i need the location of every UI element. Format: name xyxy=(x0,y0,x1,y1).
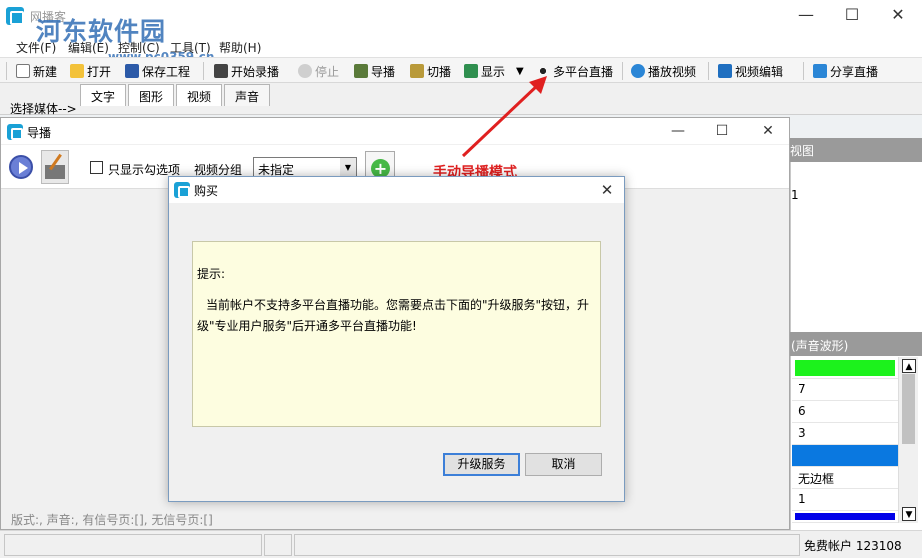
buy-dialog-title-bar: 购买 ✕ xyxy=(169,177,624,203)
menu-file[interactable]: 文件(F) xyxy=(16,39,56,56)
minimize-button[interactable]: — xyxy=(783,0,829,30)
status-bar: 免费帐户 123108 xyxy=(0,530,922,558)
menu-help[interactable]: 帮助(H) xyxy=(219,39,261,56)
menu-tools[interactable]: 工具(T) xyxy=(170,39,211,56)
save-icon xyxy=(125,64,139,78)
buy-dialog-title: 购买 xyxy=(194,184,219,198)
list-item[interactable]: 6 xyxy=(792,401,898,423)
annotation-arrow xyxy=(461,76,547,158)
list-item[interactable]: 1 xyxy=(792,489,898,511)
status-cell xyxy=(264,534,292,556)
message-text: 当前帐户不支持多平台直播功能。您需要点击下面的"升级服务"按钮，升级"专业用户服… xyxy=(197,298,590,333)
only-checked-checkbox[interactable] xyxy=(90,161,103,174)
tab-text[interactable]: 文字 xyxy=(80,84,127,106)
audio-wave-header: (声音波形) xyxy=(790,332,922,356)
main-title-bar: 网播客 — ☐ ✕ xyxy=(0,0,922,32)
account-status: 免费帐户 123108 xyxy=(804,539,902,553)
status-cell xyxy=(4,534,262,556)
color-swatch-green xyxy=(795,360,895,376)
cancel-button[interactable]: 取消 xyxy=(525,453,602,476)
play-video-button[interactable]: 播放视频 xyxy=(631,61,696,81)
status-cell xyxy=(294,534,800,556)
view-panel-header: 视图 xyxy=(790,138,922,162)
play-icon[interactable] xyxy=(9,155,33,179)
close-button[interactable]: ✕ xyxy=(875,0,921,30)
list-item[interactable]: 7 xyxy=(792,379,898,401)
menu-bar: 文件(F) 编辑(E) 控制(C) 工具(T) 帮助(H) xyxy=(0,37,922,57)
play-icon xyxy=(631,64,645,78)
right-panel-scrollbar[interactable]: ▲ ▼ xyxy=(898,357,918,523)
menu-control[interactable]: 控制(C) xyxy=(118,39,160,56)
view-panel-value: 1 xyxy=(791,188,799,202)
share-live-button[interactable]: 分享直播 xyxy=(813,61,878,81)
hand-icon xyxy=(410,64,424,78)
scroll-up-button[interactable]: ▲ xyxy=(902,359,916,373)
buy-dialog: 购买 ✕ 提示: 当前帐户不支持多平台直播功能。您需要点击下面的"升级服务"按钮… xyxy=(168,176,625,502)
director-maximize-button[interactable]: ☐ xyxy=(699,118,745,144)
list-item[interactable]: 无边框 xyxy=(792,467,898,489)
video-edit-button[interactable]: 视频编辑 xyxy=(718,61,783,81)
share-icon xyxy=(813,64,827,78)
film-edit-icon[interactable] xyxy=(41,150,69,184)
new-button[interactable]: 新建 xyxy=(16,61,57,81)
app-logo-icon xyxy=(174,182,190,198)
stop-button[interactable]: 停止 xyxy=(298,61,339,81)
scroll-thumb[interactable] xyxy=(902,374,915,444)
list-item[interactable] xyxy=(792,357,898,379)
color-swatch-blue xyxy=(795,513,895,520)
director-status-text: 版式:, 声音:, 有信号页:[], 无信号页:[] xyxy=(11,513,213,527)
video-edit-icon xyxy=(718,64,732,78)
upgrade-service-button[interactable]: 升级服务 xyxy=(443,453,520,476)
film-icon xyxy=(214,64,228,78)
list-item[interactable] xyxy=(792,511,898,523)
list-item-selected[interactable] xyxy=(792,445,898,467)
director-window-title: 导播 xyxy=(27,126,52,140)
menu-edit[interactable]: 编辑(E) xyxy=(68,39,109,56)
save-project-button[interactable]: 保存工程 xyxy=(125,61,190,81)
chevron-down-icon: ▼ xyxy=(340,158,356,178)
director-icon xyxy=(354,64,368,78)
switch-button[interactable]: 切播 xyxy=(410,61,451,81)
folder-icon xyxy=(70,64,84,78)
hint-label: 提示: xyxy=(197,267,226,281)
maximize-button[interactable]: ☐ xyxy=(829,0,875,30)
open-button[interactable]: 打开 xyxy=(70,61,111,81)
scroll-down-button[interactable]: ▼ xyxy=(902,507,916,521)
tab-graphics[interactable]: 图形 xyxy=(128,84,175,106)
list-item[interactable]: 3 xyxy=(792,423,898,445)
message-panel: 提示: 当前帐户不支持多平台直播功能。您需要点击下面的"升级服务"按钮，升级"专… xyxy=(192,241,601,427)
stop-icon xyxy=(298,64,312,78)
close-icon[interactable]: ✕ xyxy=(594,179,620,201)
director-close-button[interactable]: ✕ xyxy=(745,118,791,144)
director-button[interactable]: 导播 xyxy=(354,61,395,81)
director-title-bar: 导播 — ☐ ✕ xyxy=(1,118,789,144)
director-minimize-button[interactable]: — xyxy=(655,118,701,144)
tab-video[interactable]: 视频 xyxy=(176,84,223,106)
app-logo-icon xyxy=(7,124,23,140)
app-logo-icon xyxy=(6,7,24,25)
new-file-icon xyxy=(16,64,30,78)
start-record-button[interactable]: 开始录播 xyxy=(214,61,279,81)
main-window-title: 网播客 xyxy=(30,10,67,24)
tab-audio[interactable]: 声音 xyxy=(224,84,271,106)
